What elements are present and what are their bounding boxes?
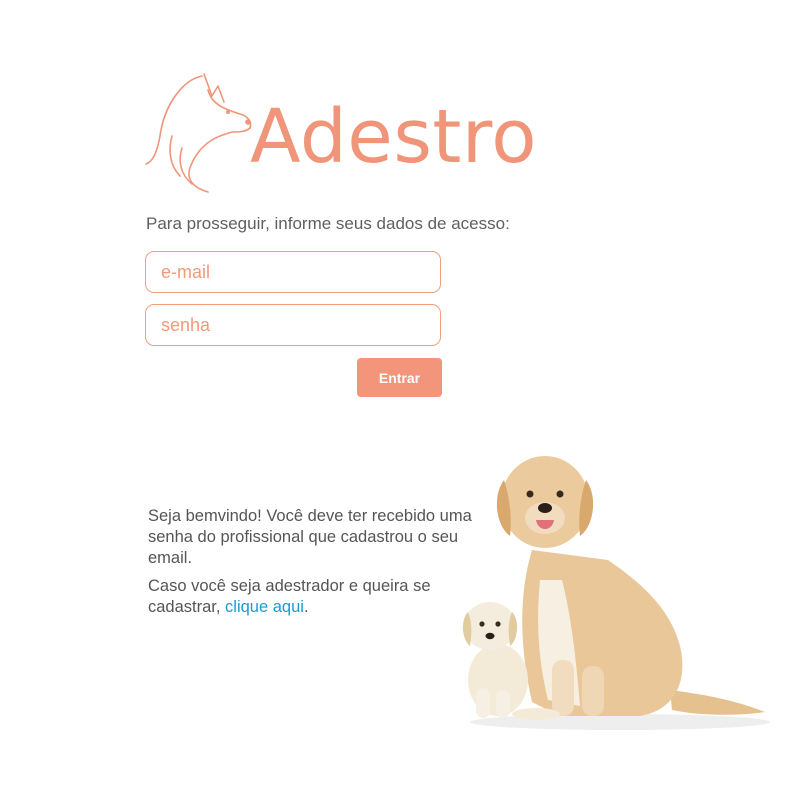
register-paragraph: Caso você seja adestrador e queira se ca… — [148, 576, 488, 618]
register-suffix: . — [303, 598, 309, 616]
email-input[interactable] — [145, 251, 441, 293]
welcome-paragraph: Seja bemvindo! Você deve ter recebido um… — [148, 507, 472, 567]
password-input[interactable] — [145, 304, 441, 346]
dogs-illustration — [462, 456, 770, 730]
dog-head-logo-icon — [145, 73, 252, 193]
brand-name: Adestro — [250, 94, 537, 180]
login-submit-button[interactable]: Entrar — [357, 358, 442, 397]
login-prompt: Para prosseguir, informe seus dados de a… — [146, 214, 510, 233]
welcome-message: Seja bemvindo! Você deve ter recebido um… — [148, 506, 488, 625]
register-link[interactable]: clique aqui — [225, 598, 304, 616]
